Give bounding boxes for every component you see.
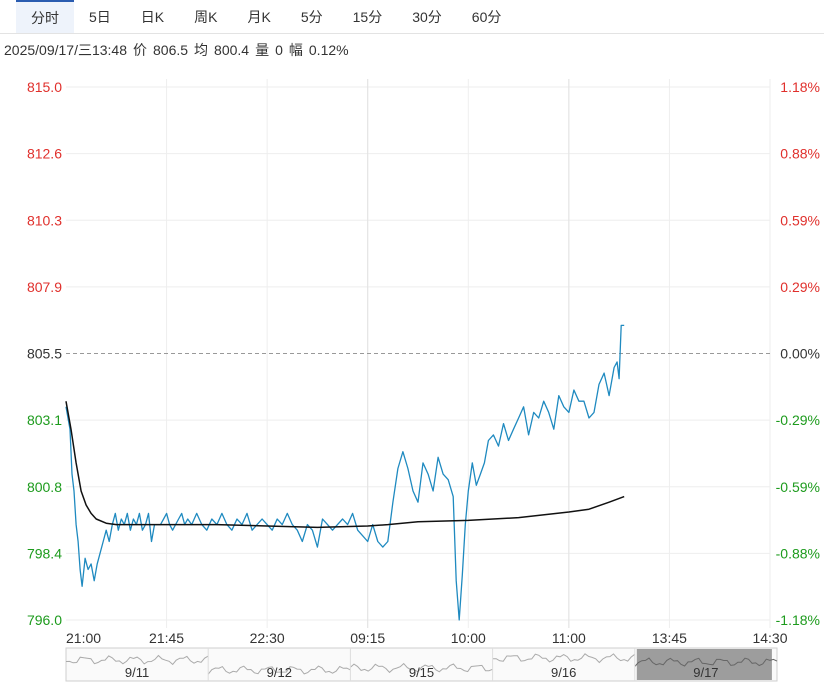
change-label: 幅 bbox=[288, 42, 303, 58]
avg-value: 800.4 bbox=[214, 42, 250, 58]
navigator-date-label: 9/17 bbox=[693, 665, 718, 680]
tab-6[interactable]: 15分 bbox=[338, 0, 398, 33]
navigator-date-label: 9/11 bbox=[125, 665, 149, 680]
x-tick-label: 09:15 bbox=[350, 630, 385, 646]
quote-info-bar: 2025/09/17/三13:48 价 806.5 均 800.4 量 0 幅 … bbox=[0, 34, 824, 66]
x-tick-label: 13:45 bbox=[652, 630, 687, 646]
y-tick-right: -1.18% bbox=[776, 612, 820, 628]
navigator-date-label: 9/16 bbox=[551, 665, 576, 680]
y-tick-left: 796.0 bbox=[27, 612, 62, 628]
y-tick-right: 0.00% bbox=[780, 346, 820, 362]
tab-0[interactable]: 分时 bbox=[16, 0, 74, 33]
y-tick-right: 0.29% bbox=[780, 279, 820, 295]
y-tick-left: 812.6 bbox=[27, 146, 62, 162]
y-tick-right: -0.59% bbox=[776, 479, 820, 495]
y-tick-left: 805.5 bbox=[27, 346, 62, 362]
y-tick-right: 1.18% bbox=[780, 79, 820, 95]
y-tick-right: -0.29% bbox=[776, 412, 820, 428]
y-tick-right: 0.59% bbox=[780, 212, 820, 228]
tab-3[interactable]: 周K bbox=[179, 0, 232, 33]
period-tabs: 分时 5日 日K 周K 月K 5分 15分 30分 60分 bbox=[0, 0, 824, 34]
y-tick-left: 807.9 bbox=[27, 279, 62, 295]
volume-value: 0 bbox=[275, 42, 283, 58]
x-tick-label: 21:45 bbox=[149, 630, 184, 646]
tab-5[interactable]: 5分 bbox=[286, 0, 338, 33]
navigator-date-label: 9/12 bbox=[267, 665, 292, 680]
y-tick-left: 803.1 bbox=[27, 412, 62, 428]
y-tick-right: -0.88% bbox=[776, 545, 820, 561]
y-tick-left: 800.8 bbox=[27, 479, 62, 495]
x-tick-label: 11:00 bbox=[552, 630, 586, 646]
price-label: 价 bbox=[133, 42, 147, 58]
price-value: 806.5 bbox=[153, 42, 189, 58]
tab-4[interactable]: 月K bbox=[232, 0, 285, 33]
tab-2[interactable]: 日K bbox=[126, 0, 179, 33]
tab-8[interactable]: 60分 bbox=[457, 0, 517, 33]
x-tick-label: 10:00 bbox=[451, 630, 486, 646]
navigator-date-label: 9/15 bbox=[409, 665, 434, 680]
x-tick-label: 21:00 bbox=[66, 630, 101, 646]
y-tick-right: 0.88% bbox=[780, 146, 820, 162]
intraday-chart: 815.0 812.6 810.3 807.9 805.5 803.1 800.8 798.4… bbox=[27, 79, 820, 682]
quote-datetime: 2025/09/17/三13:48 bbox=[4, 42, 127, 58]
avg-label: 均 bbox=[194, 42, 209, 58]
x-tick-label: 14:30 bbox=[752, 630, 787, 646]
y-tick-left: 815.0 bbox=[27, 79, 62, 95]
price-line bbox=[65, 324, 625, 621]
y-tick-left: 810.3 bbox=[27, 212, 62, 228]
tab-7[interactable]: 30分 bbox=[397, 0, 457, 33]
x-tick-label: 22:30 bbox=[250, 630, 285, 646]
volume-label: 量 bbox=[255, 42, 270, 58]
change-value: 0.12% bbox=[308, 42, 349, 58]
y-tick-left: 798.4 bbox=[27, 545, 62, 561]
tab-1[interactable]: 5日 bbox=[74, 0, 126, 33]
